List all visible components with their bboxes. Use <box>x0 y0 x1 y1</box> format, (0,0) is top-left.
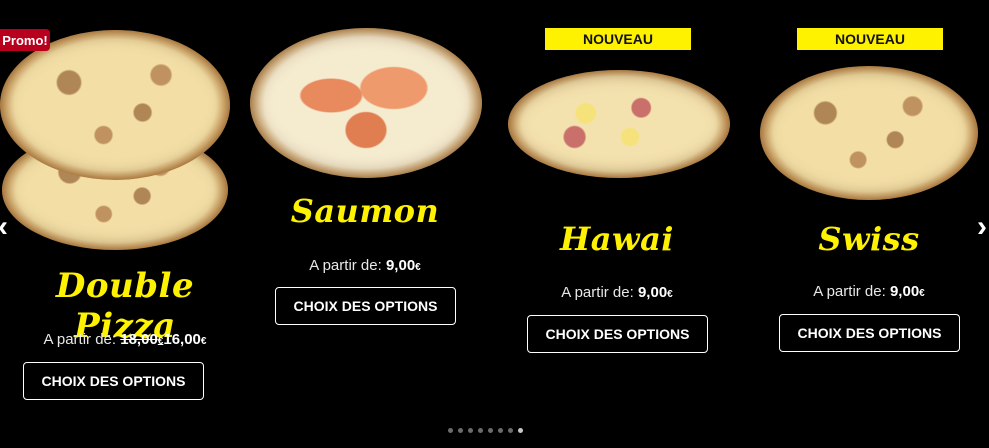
price-prefix: A partir de: <box>43 331 117 348</box>
product-price: A partir de: 9,00€ <box>240 257 490 274</box>
price-prefix: A partir de: <box>309 257 382 274</box>
pagination-dot[interactable] <box>508 427 513 433</box>
pagination-dot[interactable] <box>468 427 473 433</box>
new-badge: NOUVEAU <box>797 28 943 50</box>
product-name[interactable]: Hawai <box>492 220 742 258</box>
salmon-pizza-image[interactable] <box>240 28 490 178</box>
promo-badge: Promo! <box>0 29 50 51</box>
pagination-dot[interactable] <box>518 427 523 433</box>
swiss-pizza-image[interactable] <box>744 66 989 200</box>
choose-options-button[interactable]: CHOIX DES OPTIONS <box>779 314 960 352</box>
hawai-pizza-image[interactable] <box>492 70 742 178</box>
product-price: A partir de: 9,00€ <box>492 284 742 301</box>
new-badge: NOUVEAU <box>545 28 691 50</box>
pagination-dot[interactable] <box>458 427 463 433</box>
double-pizza-image[interactable] <box>0 28 250 254</box>
price-value: 9,00€ <box>637 284 673 301</box>
product-price: A partir de: 18,00€16,00€ <box>0 331 250 348</box>
chevron-left-icon[interactable]: ‹ <box>0 210 10 244</box>
pagination-dot[interactable] <box>488 427 493 433</box>
product-card-saumon: Saumon A partir de: 9,00€ CHOIX DES OPTI… <box>240 0 490 420</box>
product-name[interactable]: Swiss <box>744 220 989 258</box>
product-price: A partir de: 9,00€ <box>744 283 989 300</box>
choose-options-button[interactable]: CHOIX DES OPTIONS <box>527 315 708 353</box>
carousel-pagination <box>448 425 523 435</box>
product-name[interactable]: Saumon <box>240 192 490 230</box>
pagination-dot[interactable] <box>448 427 453 433</box>
product-card-double-pizza: Promo! Double Pizza A partir de: 18,00€1… <box>0 0 250 420</box>
price-prefix: A partir de: <box>561 284 634 301</box>
price-prefix: A partir de: <box>813 283 886 300</box>
price-value: 9,00€ <box>385 257 421 274</box>
choose-options-button[interactable]: CHOIX DES OPTIONS <box>23 362 204 400</box>
product-card-hawai: NOUVEAU Hawai A partir de: 9,00€ CHOIX D… <box>492 0 742 420</box>
pagination-dot[interactable] <box>478 427 483 433</box>
price-value: 9,00€ <box>889 283 925 300</box>
chevron-right-icon[interactable]: › <box>975 210 989 244</box>
choose-options-button[interactable]: CHOIX DES OPTIONS <box>275 287 456 325</box>
sale-price: 16,00€ <box>163 331 207 348</box>
product-carousel: Promo! Double Pizza A partir de: 18,00€1… <box>0 0 989 448</box>
pagination-dot[interactable] <box>498 427 503 433</box>
product-card-swiss: NOUVEAU Swiss A partir de: 9,00€ CHOIX D… <box>744 0 989 420</box>
old-price: 18,00€ <box>120 331 164 348</box>
